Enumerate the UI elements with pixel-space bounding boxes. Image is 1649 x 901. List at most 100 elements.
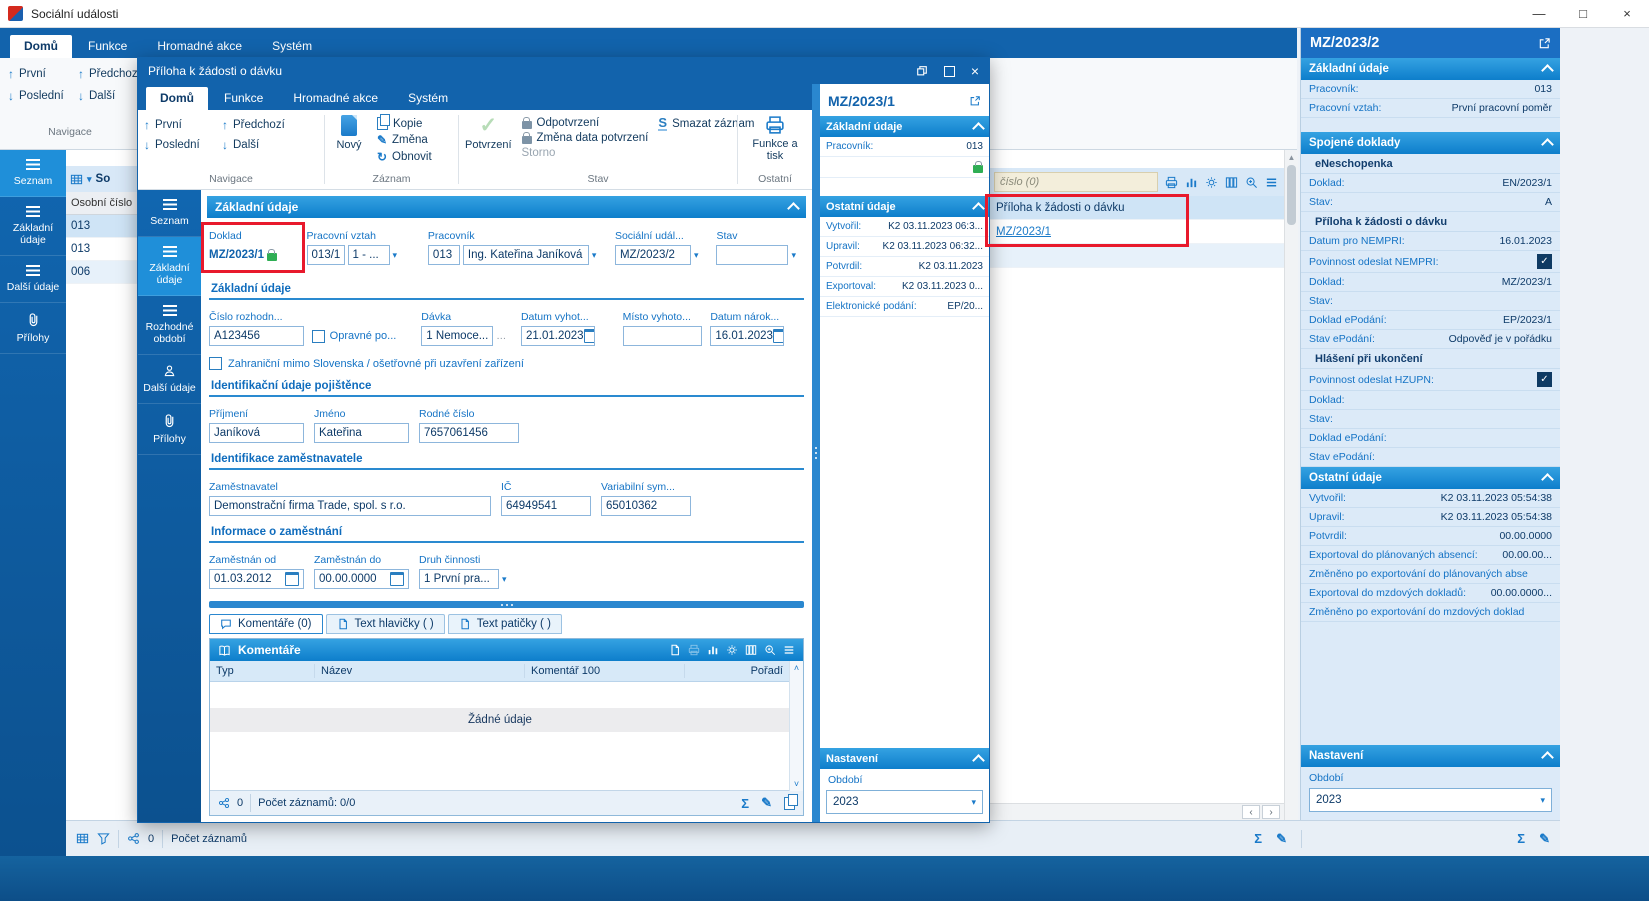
grid-icon[interactable] <box>70 173 83 186</box>
new-button[interactable]: Nový <box>331 115 367 151</box>
first-button[interactable]: ↑ První <box>8 67 46 81</box>
form-header-zakladni-udaje[interactable]: Základní údaje <box>207 196 806 218</box>
sidebar-item-zakladni-udaje[interactable]: Základní údaje <box>0 197 66 257</box>
variabilni-symbol-input[interactable]: 65010362 <box>601 496 691 516</box>
dialog-sidebar-zakladni-udaje[interactable]: Základní údaje <box>138 237 201 297</box>
druh-cinnosti-input[interactable]: 1 První pra... <box>419 569 499 589</box>
edit-icon[interactable]: ✎ <box>1276 831 1287 847</box>
datum-naroku-input[interactable]: 16.01.2023 <box>710 326 785 346</box>
zamestnan-od-input[interactable]: 01.03.2012 <box>209 569 304 589</box>
calendar-icon[interactable] <box>390 572 404 586</box>
dialog-sidebar-seznam[interactable]: Seznam <box>138 190 201 238</box>
edit-icon[interactable]: ✎ <box>761 795 772 811</box>
next-button[interactable]: ↓ Další <box>222 138 322 152</box>
section-ostatni-udaje[interactable]: Ostatní údaje <box>820 196 989 217</box>
next-button[interactable]: ↓ Další <box>78 89 115 103</box>
socialni-udalost-input[interactable]: MZ/2023/2 <box>614 245 691 265</box>
chart-icon[interactable] <box>707 644 719 656</box>
zahranicni-checkbox[interactable] <box>209 357 222 370</box>
print-icon[interactable] <box>688 644 700 656</box>
obdobi-select[interactable]: 2023 ▾ <box>1309 788 1552 812</box>
scroll-up-icon[interactable]: ˄ <box>794 663 799 673</box>
chevron-down-icon[interactable]: ▾ <box>694 250 699 260</box>
edit-icon[interactable]: ✎ <box>1539 831 1550 847</box>
sidebar-item-dalsi-udaje[interactable]: Další údaje <box>0 256 66 304</box>
tab-text-paticky[interactable]: Text patičky ( ) <box>447 614 562 634</box>
chevron-down-icon[interactable]: ▾ <box>87 174 92 184</box>
confirm-button[interactable]: ✓ Potvrzení <box>465 115 511 151</box>
scroll-left-icon[interactable]: ‹ <box>1242 805 1260 819</box>
table-row[interactable]: 013 <box>66 238 137 261</box>
column-nazev[interactable]: Název <box>315 664 525 678</box>
zoom-icon[interactable] <box>764 644 776 656</box>
pracovnik-name-input[interactable]: Ing. Kateřina Janíková <box>462 245 589 265</box>
section-zakladni-udaje[interactable]: Základní údaje <box>1301 58 1560 80</box>
copy-button[interactable]: Kopie <box>376 114 432 130</box>
functions-print-button[interactable]: Funkce a tisk <box>744 115 806 162</box>
cislo-rozhodnuti-input[interactable]: A123456 <box>209 326 304 346</box>
horizontal-splitter[interactable] <box>209 601 804 608</box>
chart-icon[interactable] <box>1185 176 1198 189</box>
dialog-tab-system[interactable]: Systém <box>394 87 462 110</box>
copy-icon[interactable] <box>784 793 798 810</box>
column-typ[interactable]: Typ <box>210 664 315 678</box>
dialog-tab-domu[interactable]: Domů <box>146 87 208 110</box>
main-tab-funkce[interactable]: Funkce <box>74 35 141 58</box>
chevron-down-icon[interactable]: ▾ <box>393 250 398 260</box>
external-link-icon[interactable] <box>969 95 981 107</box>
pracovni-vztah-detail-input[interactable]: 1 - ... <box>347 245 390 265</box>
external-link-icon[interactable] <box>1538 37 1551 50</box>
storno-button[interactable]: Storno <box>522 147 649 159</box>
previous-button[interactable]: ↑ Předchozí <box>78 67 141 81</box>
column-poradi[interactable]: Pořadí <box>745 664 789 678</box>
gear-icon[interactable] <box>1205 176 1218 189</box>
zoom-icon[interactable] <box>1245 176 1258 189</box>
ic-input[interactable]: 64949541 <box>501 496 591 516</box>
section-ostatni-udaje[interactable]: Ostatní údaje <box>1301 467 1560 489</box>
first-button[interactable]: ↑ První <box>144 118 222 132</box>
vertical-scrollbar[interactable]: ▲ <box>1284 150 1298 820</box>
davka-input[interactable]: 1 Nemoce... <box>421 326 494 346</box>
chevron-down-icon[interactable]: ▾ <box>592 250 597 260</box>
dialog-sidebar-dalsi-udaje[interactable]: Další údaje <box>138 355 201 405</box>
filter-icon[interactable] <box>97 832 110 845</box>
pracovni-vztah-input[interactable]: 013/1 <box>306 245 345 265</box>
columns-icon[interactable] <box>1225 176 1238 189</box>
column-komentar[interactable]: Komentář 100 <box>525 664 685 678</box>
browse-dots-icon[interactable]: … <box>496 331 507 342</box>
section-nastaveni[interactable]: Nastavení <box>820 748 989 769</box>
columns-icon[interactable] <box>745 644 757 656</box>
comments-scrollbar[interactable]: ˄ ˅ <box>789 661 803 791</box>
checkbox-checked[interactable]: ✓ <box>1537 254 1552 269</box>
horizontal-scrollbar[interactable]: ‹ › <box>988 803 1284 820</box>
maximize-icon[interactable] <box>943 65 955 77</box>
jmeno-input[interactable]: Kateřina <box>314 423 409 443</box>
checkbox-checked[interactable]: ✓ <box>1537 372 1552 387</box>
scroll-down-icon[interactable]: ˅ <box>794 779 799 789</box>
calendar-icon[interactable] <box>583 329 594 343</box>
dialog-sidebar-rozhodne-obdobi[interactable]: Rozhodné období <box>138 296 201 356</box>
share-icon[interactable] <box>127 832 140 845</box>
chevron-down-icon[interactable]: ▾ <box>502 574 507 584</box>
minimize-button[interactable]: — <box>1517 0 1561 28</box>
rodne-cislo-input[interactable]: 7657061456 <box>419 423 519 443</box>
section-zakladni-udaje[interactable]: Základní údaje <box>820 116 989 137</box>
sidebar-item-seznam[interactable]: Seznam <box>0 150 66 198</box>
list-item[interactable] <box>988 244 1284 268</box>
misto-vyhotoveni-input[interactable] <box>622 326 703 346</box>
chevron-down-icon[interactable]: ▾ <box>791 250 796 260</box>
scroll-right-icon[interactable]: › <box>1262 805 1280 819</box>
calendar-icon[interactable] <box>285 572 299 586</box>
close-icon[interactable]: × <box>971 63 979 79</box>
last-button[interactable]: ↓ Poslední <box>144 138 222 152</box>
restore-icon[interactable] <box>916 65 928 77</box>
scrollbar-thumb[interactable] <box>1287 165 1296 225</box>
main-tab-domu[interactable]: Domů <box>10 35 72 58</box>
close-button[interactable]: × <box>1605 0 1649 28</box>
tab-text-hlavicky[interactable]: Text hlavičky ( ) <box>325 614 445 634</box>
datum-vyhotoveni-input[interactable]: 21.01.2023 <box>520 326 595 346</box>
dialog-sidebar-prilohy[interactable]: Přílohy <box>138 404 201 456</box>
prijmeni-input[interactable]: Janíková <box>209 423 304 443</box>
maximize-button[interactable]: □ <box>1561 0 1605 28</box>
sum-icon[interactable]: Σ <box>741 796 749 811</box>
